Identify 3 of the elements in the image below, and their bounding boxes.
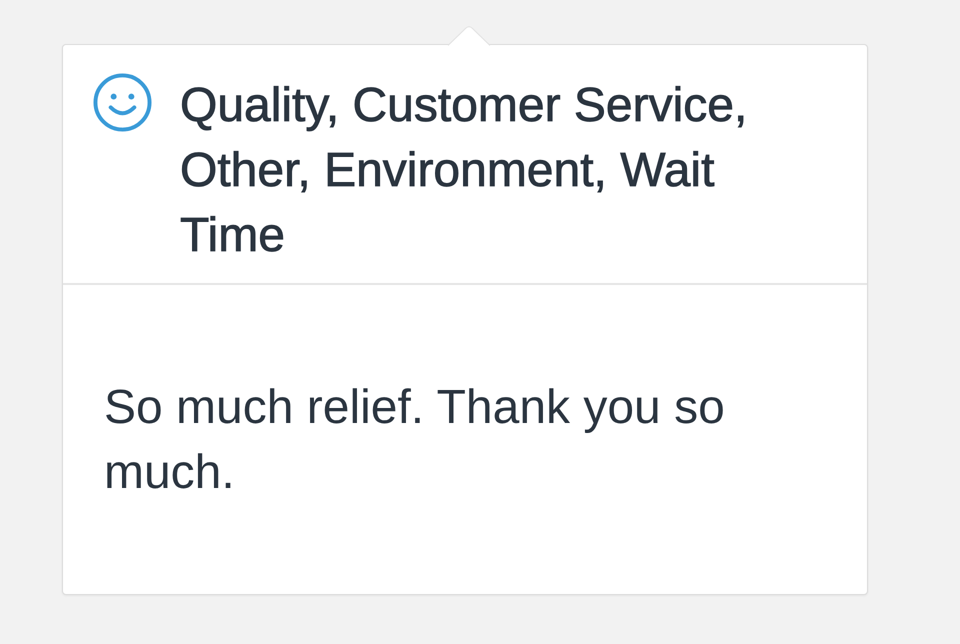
review-comment: So much relief. Thank you so much. xyxy=(104,380,726,501)
smiley-face-icon xyxy=(93,73,152,132)
review-categories: Quality, Customer Service, Other, Environment, Wait Time xyxy=(180,78,748,264)
